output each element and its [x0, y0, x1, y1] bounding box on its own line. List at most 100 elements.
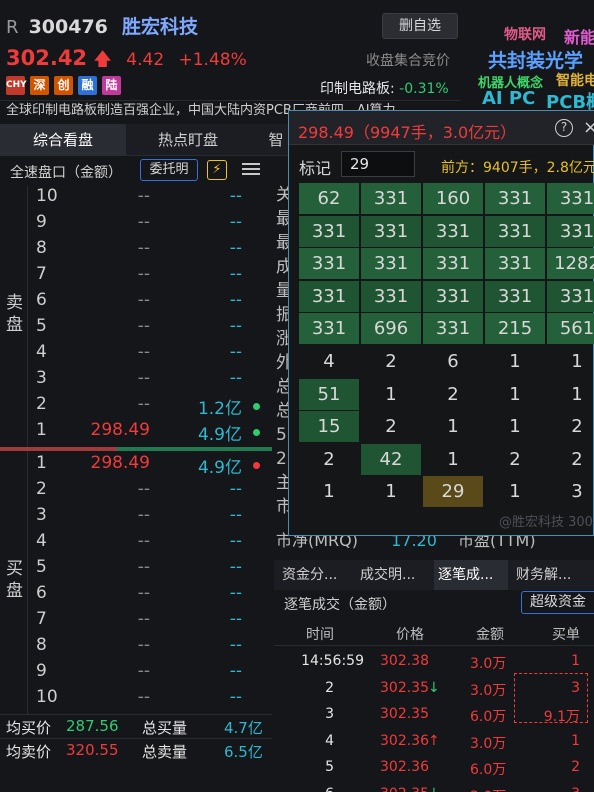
- queue-cell[interactable]: 331: [423, 248, 483, 280]
- queue-cell[interactable]: 2: [423, 379, 483, 410]
- level-price: --: [137, 531, 150, 551]
- remove-favorite-button[interactable]: 删自选: [382, 13, 458, 39]
- queue-cell[interactable]: 3: [547, 476, 594, 507]
- tick-row[interactable]: 5 302.36 6.0万 2: [274, 754, 594, 781]
- sell-level-row[interactable]: 3 -- --: [28, 368, 272, 394]
- queue-cell[interactable]: 1: [361, 476, 421, 507]
- sell-level-row[interactable]: 2 -- 1.2亿: [28, 394, 272, 420]
- tab-tick-trades[interactable]: 逐笔成...: [434, 560, 508, 590]
- queue-cell[interactable]: 696: [361, 313, 421, 345]
- cloud-word[interactable]: PCB概: [546, 88, 594, 110]
- queue-cell[interactable]: 1: [485, 476, 545, 507]
- buy-level-row[interactable]: 7 -- --: [28, 609, 272, 635]
- sell-level-row[interactable]: 9 -- --: [28, 212, 272, 238]
- buy-level-row[interactable]: 6 -- --: [28, 583, 272, 609]
- queue-cell[interactable]: 331: [423, 215, 483, 247]
- queue-cell[interactable]: 331: [299, 248, 359, 280]
- tab-smart[interactable]: 智: [262, 124, 290, 156]
- queue-cell[interactable]: 331: [485, 183, 545, 214]
- buy-level-row[interactable]: 4 -- --: [28, 531, 272, 557]
- queue-cell[interactable]: 331: [361, 248, 421, 280]
- queue-cell[interactable]: 160: [423, 183, 483, 214]
- cloud-word[interactable]: AI PC: [482, 88, 535, 109]
- buy-level-row[interactable]: 1 298.49 4.9亿: [28, 453, 272, 479]
- menu-icon[interactable]: [242, 160, 260, 178]
- queue-cell[interactable]: 1: [485, 346, 545, 377]
- queue-cell[interactable]: 331: [299, 215, 359, 247]
- queue-cell[interactable]: 1: [361, 379, 421, 410]
- queue-cell[interactable]: 42: [361, 443, 421, 475]
- queue-cell[interactable]: 331: [547, 183, 594, 214]
- queue-cell[interactable]: 331: [485, 248, 545, 280]
- buy-level-row[interactable]: 8 -- --: [28, 635, 272, 661]
- tick-row[interactable]: 14:56:59 302.38 3.0万 1: [274, 648, 594, 675]
- queue-cell[interactable]: 331: [547, 280, 594, 312]
- queue-cell[interactable]: 62: [299, 183, 359, 214]
- tab-trade-detail[interactable]: 成交明...: [360, 560, 415, 590]
- queue-cell[interactable]: 331: [547, 215, 594, 247]
- queue-cell[interactable]: 1: [547, 379, 594, 410]
- help-icon[interactable]: ?: [555, 119, 573, 137]
- queue-cell[interactable]: 4: [299, 346, 359, 377]
- concept-word-cloud[interactable]: 物联网 新能 共封装光学 机器人概念 智能电 AI PC PCB概: [474, 0, 594, 110]
- sell-level-row[interactable]: 8 -- --: [28, 238, 272, 264]
- queue-cell[interactable]: 331: [361, 280, 421, 312]
- queue-cell[interactable]: 6: [423, 346, 483, 377]
- queue-cell[interactable]: 2: [361, 346, 421, 377]
- queue-cell[interactable]: 1282: [547, 248, 594, 280]
- buy-level-row[interactable]: 5 -- --: [28, 557, 272, 583]
- buy-level-row[interactable]: 3 -- --: [28, 505, 272, 531]
- lightning-icon[interactable]: ⚡: [207, 160, 227, 180]
- cloud-word[interactable]: 新能: [564, 24, 594, 48]
- tab-overview[interactable]: 综合看盘: [0, 124, 126, 156]
- queue-cell[interactable]: 1: [423, 444, 483, 475]
- queue-cell[interactable]: 2: [361, 411, 421, 442]
- mark-input[interactable]: 29: [341, 151, 415, 177]
- queue-cell[interactable]: 1: [485, 379, 545, 410]
- cloud-word[interactable]: 共封装光学: [488, 46, 583, 73]
- queue-cell[interactable]: 1: [423, 411, 483, 442]
- tick-row[interactable]: 4 302.36 ↑ 3.0万 1: [274, 728, 594, 755]
- queue-cell[interactable]: 2: [547, 411, 594, 442]
- queue-cell[interactable]: 2: [299, 444, 359, 475]
- queue-cell[interactable]: 331: [299, 313, 359, 345]
- queue-cell[interactable]: 1: [547, 346, 594, 377]
- buy-level-row[interactable]: 2 -- --: [28, 479, 272, 505]
- sell-level-row[interactable]: 6 -- --: [28, 290, 272, 316]
- queue-cell[interactable]: 331: [423, 313, 483, 345]
- queue-cell[interactable]: 331: [423, 280, 483, 312]
- sell-level-row[interactable]: 10 -- --: [28, 186, 272, 212]
- queue-cell[interactable]: 215: [485, 313, 545, 345]
- queue-cell[interactable]: 331: [485, 215, 545, 247]
- cloud-word[interactable]: 智能电: [556, 70, 594, 90]
- tab-hot-watch[interactable]: 热点盯盘: [126, 124, 250, 156]
- sell-level-row[interactable]: 4 -- --: [28, 342, 272, 368]
- queue-cell[interactable]: 29: [423, 476, 483, 508]
- tab-financials[interactable]: 财务解...: [516, 560, 571, 590]
- sector-info[interactable]: 印制电路板: -0.31%: [320, 78, 449, 98]
- queue-cell[interactable]: 15: [299, 411, 359, 443]
- queue-cell[interactable]: 2: [547, 444, 594, 475]
- super-fund-button[interactable]: 超级资金: [521, 591, 594, 614]
- queue-cell[interactable]: 561: [547, 313, 594, 345]
- queue-cell[interactable]: 1: [299, 476, 359, 507]
- tab-fund-distribution[interactable]: 资金分...: [282, 560, 337, 590]
- cloud-word[interactable]: 物联网: [504, 24, 546, 44]
- stock-name[interactable]: 胜宏科技: [122, 16, 198, 38]
- queue-cell[interactable]: 331: [485, 280, 545, 312]
- level-amount: --: [229, 583, 242, 603]
- queue-cell[interactable]: 2: [485, 444, 545, 475]
- queue-cell[interactable]: 1: [485, 411, 545, 442]
- sell-level-row[interactable]: 5 -- --: [28, 316, 272, 342]
- sell-level-row[interactable]: 7 -- --: [28, 264, 272, 290]
- queue-cell[interactable]: 331: [361, 215, 421, 247]
- queue-cell[interactable]: 51: [299, 378, 359, 410]
- commission-detail-button[interactable]: 委托明: [140, 159, 198, 181]
- tick-row[interactable]: 6 302.35↓ 3.0万 3: [274, 781, 594, 792]
- close-icon[interactable]: ×: [583, 117, 594, 138]
- buy-level-row[interactable]: 9 -- --: [28, 661, 272, 687]
- buy-level-row[interactable]: 10 -- --: [28, 687, 272, 713]
- queue-cell[interactable]: 331: [361, 183, 421, 214]
- queue-cell[interactable]: 331: [299, 280, 359, 312]
- sell-level-row[interactable]: 1 298.49 4.9亿: [28, 420, 272, 446]
